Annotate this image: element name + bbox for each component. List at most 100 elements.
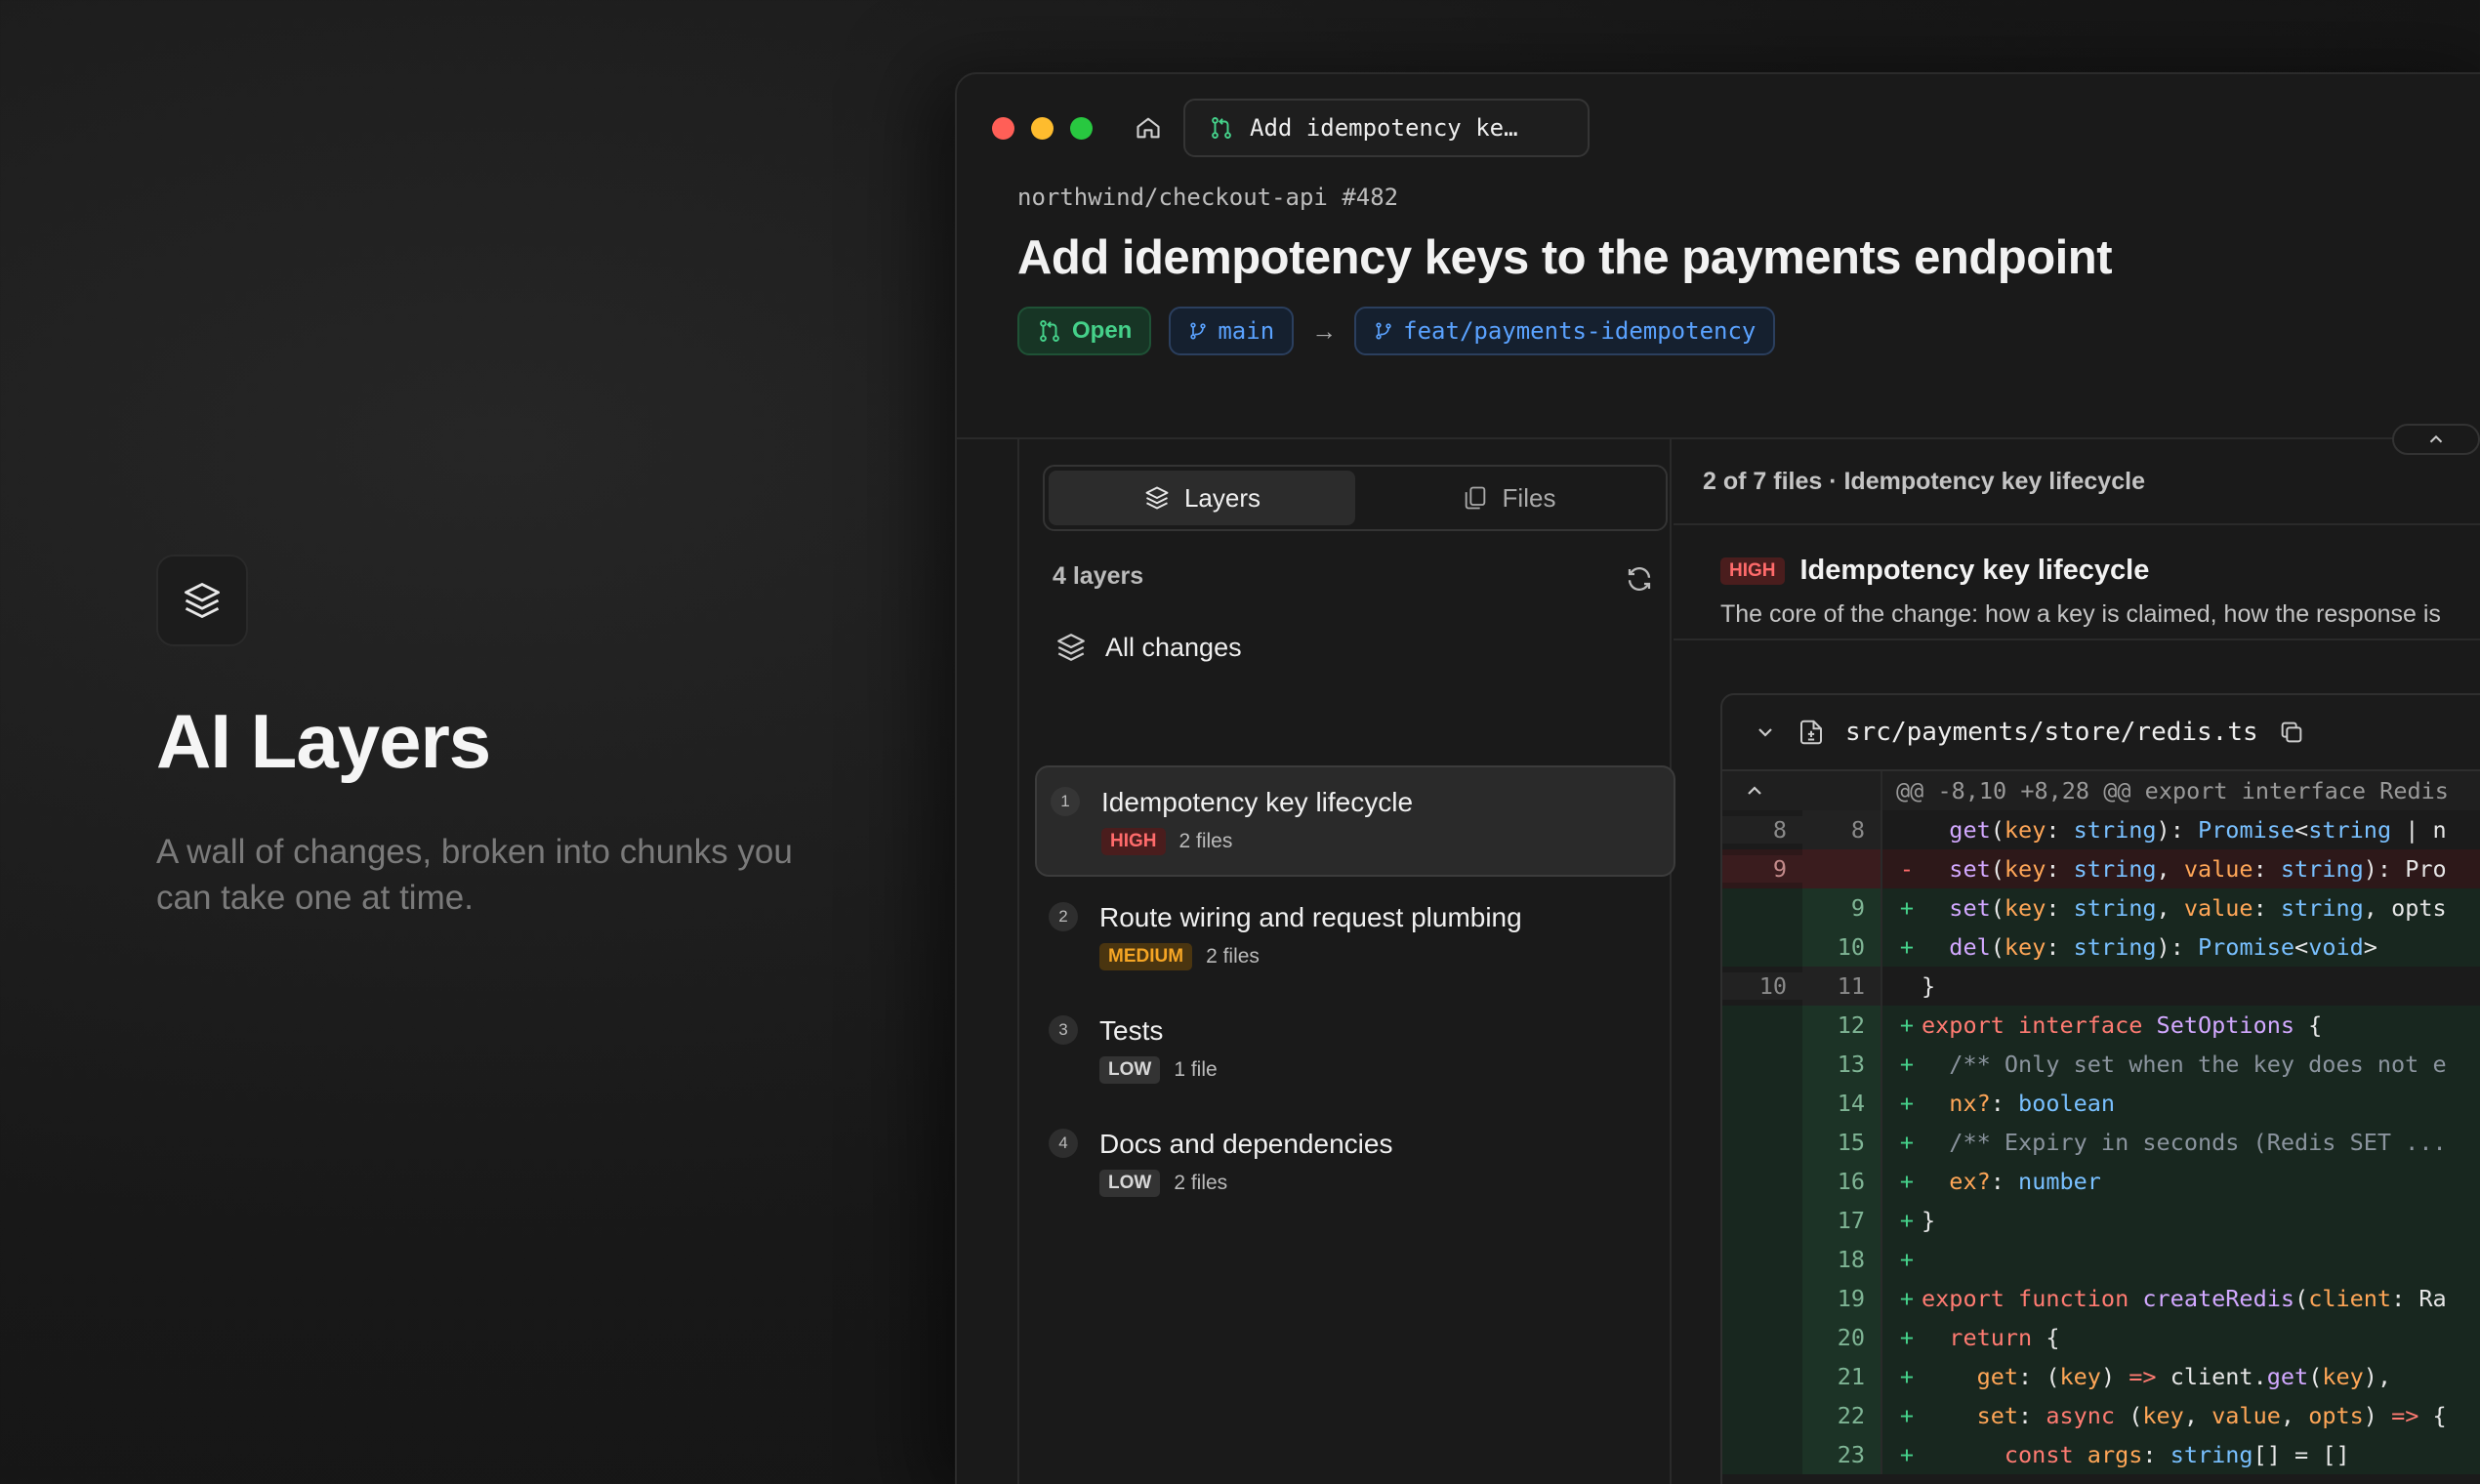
diff-line: 13 + /** Only set when the key does not e	[1722, 1045, 2480, 1084]
code-line: /** Only set when the key does not e	[1949, 1051, 2447, 1078]
diff-sign: +	[1899, 1168, 1915, 1195]
diff-sign: +	[1899, 1363, 1915, 1390]
diff-line: 21 + get: (key) => client.get(key),	[1722, 1357, 2480, 1396]
code-line: /** Expiry in seconds (Redis SET ...	[1949, 1129, 2447, 1156]
code-line: set(key: string, value: string): Pro	[1949, 855, 2447, 883]
diff-sign: +	[1899, 933, 1915, 961]
new-line-number: 12	[1802, 1006, 1882, 1045]
diff-line: 18 +	[1722, 1240, 2480, 1279]
hero-description: A wall of changes, broken into chunks yo…	[156, 833, 793, 917]
diff-line: 22 + set: async (key, value, opts) => {	[1722, 1396, 2480, 1435]
code-line: set(key: string, value: string, opts	[1949, 894, 2447, 922]
layers-icon	[156, 555, 248, 646]
app-window: Add idempotency ke… northwind/checkout-a…	[955, 72, 2480, 1484]
risk-badge: LOW	[1099, 1056, 1161, 1084]
new-line-number: 9	[1802, 888, 1882, 928]
code-line: nx?: boolean	[1949, 1090, 2116, 1117]
new-line-number: 19	[1802, 1279, 1882, 1318]
layer-summary: HIGH Idempotency key lifecycle The core …	[1674, 527, 2480, 640]
diff-line: 15 + /** Expiry in seconds (Redis SET ...	[1722, 1123, 2480, 1162]
risk-badge: HIGH	[1720, 556, 1785, 585]
refresh-icon[interactable]	[1625, 564, 1654, 598]
risk-badge: LOW	[1099, 1170, 1161, 1197]
file-diff-header[interactable]: src/payments/store/redis.ts	[1722, 695, 2480, 771]
layer-item[interactable]: 4 Docs and dependencies LOW 2 files	[1035, 1109, 1675, 1216]
layer-name: Docs and dependencies	[1099, 1129, 1393, 1159]
layer-item[interactable]: 2 Route wiring and request plumbing MEDI…	[1035, 883, 1675, 990]
diff-sign: +	[1899, 1011, 1915, 1039]
diff-sign: +	[1899, 1402, 1915, 1429]
tab-layers[interactable]: Layers	[1049, 471, 1355, 525]
diff-line: 88 get(key: string): Promise<string | n	[1722, 810, 2480, 849]
layers-icon	[1054, 631, 1088, 664]
layer-description: The core of the change: how a key is cla…	[1720, 600, 2441, 628]
layer-name: Route wiring and request plumbing	[1099, 902, 1522, 932]
hero: AI Layers A wall of changes, broken into…	[156, 555, 859, 921]
layer-number: 4	[1049, 1129, 1078, 1158]
new-line-number: 18	[1802, 1240, 1882, 1279]
diff-sign: +	[1899, 1051, 1915, 1078]
copy-icon[interactable]	[2278, 719, 2305, 746]
all-changes-item[interactable]: All changes	[1054, 631, 1242, 664]
code-line: }	[1922, 1207, 1936, 1234]
layer-item[interactable]: 1 Idempotency key lifecycle HIGH 2 files	[1035, 765, 1675, 877]
chevron-down-icon[interactable]	[1754, 721, 1777, 744]
tab-layers-label: Layers	[1183, 482, 1261, 513]
diff-line: 10 + del(key: string): Promise<void>	[1722, 928, 2480, 967]
code-line: del(key: string): Promise<void>	[1949, 933, 2377, 961]
file-diff: src/payments/store/redis.ts @@ -8,10 +8,…	[1720, 693, 2480, 1484]
arrow-right-icon: →	[1311, 315, 1338, 346]
code-line: const args: string[] = []	[2004, 1441, 2350, 1468]
code-line: export interface SetOptions {	[1922, 1011, 2323, 1039]
diff-line: 17 +}	[1722, 1201, 2480, 1240]
file-diff-icon	[1797, 718, 1826, 747]
new-line-number: 20	[1802, 1318, 1882, 1357]
new-line-number	[1802, 849, 1882, 888]
expand-up-icon[interactable]	[1722, 779, 1802, 803]
diff-sign: +	[1899, 1246, 1915, 1273]
new-line-number: 17	[1802, 1201, 1882, 1240]
layer-name: Tests	[1099, 1015, 1164, 1046]
old-line-number: 10	[1722, 972, 1802, 1000]
code-line: ex?: number	[1949, 1168, 2101, 1195]
risk-badge: MEDIUM	[1099, 943, 1193, 970]
repo-and-pr-number: northwind/checkout-api #482	[1017, 184, 1399, 211]
old-line-number: 8	[1722, 816, 1802, 844]
file-count: 2 files	[1174, 1172, 1228, 1194]
code-line: }	[1922, 972, 1936, 1000]
diff-sign: +	[1899, 1324, 1915, 1351]
layer-detail: 2 of 7 files · Idempotency key lifecycle…	[1674, 439, 2480, 1484]
status-label: Open	[1072, 317, 1133, 344]
code-line: return {	[1949, 1324, 2060, 1351]
new-line-number: 15	[1802, 1123, 1882, 1162]
diff-line: 12 + export interface SetOptions {	[1722, 1006, 2480, 1045]
code-line: get: (key) => client.get(key),	[1976, 1363, 2392, 1390]
head-branch-chip[interactable]: feat/payments-idempotency	[1354, 307, 1776, 355]
risk-badge: HIGH	[1101, 828, 1166, 855]
hunk-header: @@ -8,10 +8,28 @@ export interface Redis	[1896, 777, 2449, 804]
diff-sign: +	[1899, 1129, 1915, 1156]
head-branch-label: feat/payments-idempotency	[1403, 317, 1757, 345]
page-title: Add idempotency keys to the payments end…	[1017, 231, 2113, 284]
old-line-number: 9	[1722, 855, 1802, 883]
all-changes-label: All changes	[1105, 632, 1242, 662]
diff-line: 9 - set(key: string, value: string): Pro	[1722, 849, 2480, 888]
layers-sidebar: Layers Files 4 layers All changes 1 Idem…	[1017, 439, 1675, 1484]
new-line-number: 21	[1802, 1357, 1882, 1396]
diff-sign: -	[1899, 855, 1915, 883]
new-line-number: 10	[1802, 928, 1882, 967]
new-line-number: 16	[1802, 1162, 1882, 1201]
new-line-number: 8	[1802, 810, 1882, 849]
diff-sign: +	[1899, 1441, 1915, 1468]
diff-body: @@ -8,10 +8,28 @@ export interface Redis…	[1722, 771, 2480, 1474]
layer-count: 4 layers	[1053, 562, 1144, 590]
file-count: 2 files	[1178, 830, 1233, 852]
diff-line: 23 + const args: string[] = []	[1722, 1435, 2480, 1474]
pr-header: northwind/checkout-api #482 Add idempote…	[957, 74, 2480, 355]
branch-icon	[1374, 321, 1393, 341]
new-line-number: 14	[1802, 1084, 1882, 1123]
base-branch-chip[interactable]: main	[1169, 307, 1295, 355]
layer-item[interactable]: 3 Tests LOW 1 file	[1035, 996, 1675, 1103]
tab-files[interactable]: Files	[1355, 471, 1662, 525]
breadcrumb: 2 of 7 files · Idempotency key lifecycle	[1674, 439, 2480, 525]
